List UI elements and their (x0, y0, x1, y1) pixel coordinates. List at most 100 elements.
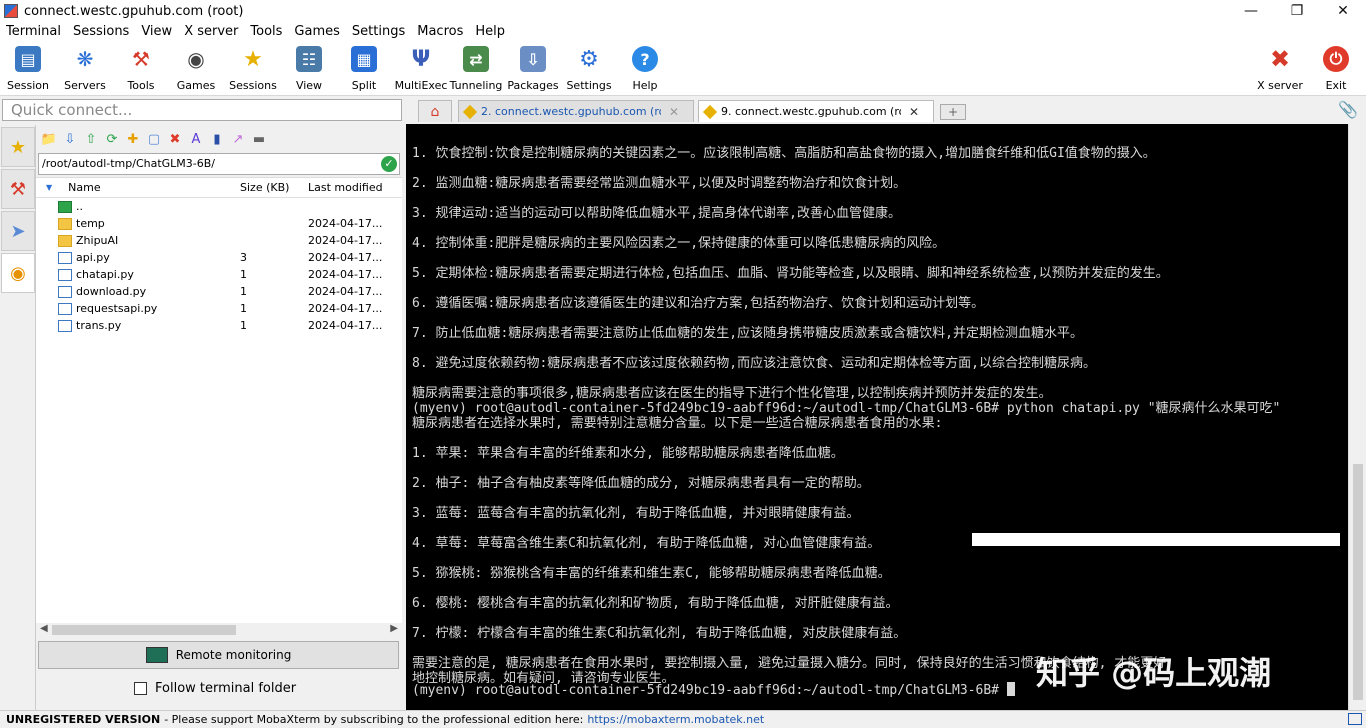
tools-button[interactable]: ⚒ Tools (113, 44, 169, 94)
file-row[interactable]: requestsapi.py 1 2024-04-17... (36, 300, 402, 317)
close-tab-icon[interactable]: ✕ (669, 105, 679, 119)
servers-button[interactable]: ❋ Servers (57, 44, 113, 94)
new-folder-icon[interactable]: ✚ (124, 130, 142, 148)
refresh-icon[interactable]: ⟳ (103, 130, 121, 148)
sftp-path-field[interactable]: /root/autodl-tmp/ChatGLM3-6B/ ✓ (38, 153, 400, 175)
permissions-icon[interactable]: ▮ (208, 130, 226, 148)
packages-button[interactable]: ⇩ Packages (505, 44, 561, 94)
python-file-icon (58, 268, 72, 281)
multiexec-button[interactable]: Ψ MultiExec (393, 44, 449, 94)
file-row[interactable]: chatapi.py 1 2024-04-17... (36, 266, 402, 283)
follow-terminal-folder-checkbox[interactable]: Follow terminal folder (134, 681, 296, 696)
menu-macros[interactable]: Macros (411, 22, 469, 42)
file-row[interactable]: api.py 3 2024-04-17... (36, 249, 402, 266)
file-row[interactable]: download.py 1 2024-04-17... (36, 283, 402, 300)
sessions-label: Sessions (229, 79, 277, 92)
menu-tools[interactable]: Tools (244, 22, 288, 42)
remote-monitoring-button[interactable]: Remote monitoring (38, 641, 399, 669)
close-icon[interactable]: ✕ (1320, 0, 1366, 22)
tools-label: Tools (127, 79, 155, 92)
scroll-right-icon[interactable]: ▶ (390, 623, 398, 634)
file-modified: 2024-04-17... (308, 251, 383, 264)
session-icon: ▤ (15, 46, 41, 72)
tab-label: 2. connect.westc.gpuhub.com (root) (481, 105, 661, 118)
games-button[interactable]: ◉ Games (168, 44, 224, 94)
settings-button[interactable]: ⚙ Settings (561, 44, 617, 94)
file-row[interactable]: ZhipuAI 2024-04-17... (36, 232, 402, 249)
status-icon[interactable] (1348, 713, 1362, 725)
folder-up-icon[interactable]: 📁 (40, 130, 58, 148)
macros-side-tab[interactable]: ➤ (1, 211, 35, 251)
file-list-hscrollbar[interactable]: ◀ ▶ (36, 623, 402, 637)
file-row[interactable]: temp 2024-04-17... (36, 215, 402, 232)
exit-button[interactable]: ⏻ Exit (1308, 44, 1364, 94)
paperclip-icon[interactable]: 📎 (1338, 100, 1358, 119)
download-icon[interactable]: ⇩ (61, 130, 79, 148)
mobaxterm-link[interactable]: https://mobaxterm.mobatek.net (587, 713, 764, 726)
tunneling-icon: ⇄ (463, 46, 489, 72)
menu-games[interactable]: Games (288, 22, 345, 42)
menu-help[interactable]: Help (469, 22, 511, 42)
menu-view[interactable]: View (135, 22, 178, 42)
scroll-left-icon[interactable]: ◀ (40, 623, 48, 634)
quick-connect-input[interactable]: Quick connect... (2, 99, 402, 121)
multiexec-icon: Ψ (408, 46, 434, 72)
file-row[interactable]: .. (36, 198, 402, 215)
file-modified: 2024-04-17... (308, 268, 383, 281)
folder-icon (58, 217, 72, 230)
link-icon[interactable]: ↗ (229, 130, 247, 148)
tunneling-label: Tunneling (449, 79, 503, 92)
help-button[interactable]: ? Help (617, 44, 673, 94)
session-tab-icon (702, 104, 718, 119)
terminal-vscrollbar[interactable] (1348, 124, 1366, 710)
tab-session-2[interactable]: 2. connect.westc.gpuhub.com (root) ✕ (458, 100, 694, 122)
scroll-thumb[interactable] (1353, 464, 1363, 700)
menu-xserver[interactable]: X server (178, 22, 244, 42)
scroll-thumb[interactable] (52, 625, 236, 635)
packages-icon: ⇩ (520, 46, 546, 72)
delete-icon[interactable]: ✖ (166, 130, 184, 148)
tunneling-button[interactable]: ⇄ Tunneling (448, 44, 504, 94)
python-file-icon (58, 285, 72, 298)
terminal-view[interactable]: 1. 饮食控制:饮食是控制糖尿病的关键因素之一。应该限制高糖、高脂肪和高盐食物的… (406, 124, 1348, 710)
file-size: 1 (240, 268, 247, 281)
minimize-icon[interactable]: — (1228, 0, 1274, 22)
terminal-line: 6. 樱桃: 樱桃含有丰富的抗氧化剂和矿物质, 有助于降低血糖, 对肝脏健康有益… (412, 596, 899, 611)
file-row[interactable]: trans.py 1 2024-04-17... (36, 317, 402, 334)
games-icon: ◉ (183, 46, 209, 72)
checkbox[interactable] (134, 682, 147, 695)
split-button[interactable]: ▦ Split (336, 44, 392, 94)
terminal-line: 2. 柚子: 柚子含有柚皮素等降低血糖的成分, 对糖尿病患者具有一定的帮助。 (412, 476, 870, 491)
terminal-icon[interactable]: ▬ (250, 130, 268, 148)
sftp-side-tab[interactable]: ◉ (1, 253, 35, 293)
new-tab-button[interactable]: + (940, 104, 966, 120)
close-tab-icon[interactable]: ✕ (909, 105, 919, 119)
multiexec-label: MultiExec (394, 79, 448, 92)
tools-side-tab[interactable]: ⚒ (1, 169, 35, 209)
sessions-button[interactable]: ★ Sessions (225, 44, 281, 94)
settings-label: Settings (566, 79, 612, 92)
terminal-line: 1. 饮食控制:饮食是控制糖尿病的关键因素之一。应该限制高糖、高脂肪和高盐食物的… (412, 146, 1156, 161)
new-file-icon[interactable]: ▢ (145, 130, 163, 148)
menu-terminal[interactable]: Terminal (0, 22, 67, 42)
session-button[interactable]: ▤ Session (0, 44, 56, 94)
file-modified: 2024-04-17... (308, 302, 383, 315)
home-tab[interactable]: ⌂ (418, 100, 452, 122)
xserver-button[interactable]: ✖ X server (1252, 44, 1308, 94)
tab-session-9[interactable]: 9. connect.westc.gpuhub.com (root) ✕ (698, 100, 934, 122)
column-modified[interactable]: Last modified (308, 181, 398, 194)
check-icon[interactable]: ✓ (381, 156, 397, 172)
split-icon: ▦ (351, 46, 377, 72)
upload-icon[interactable]: ⇧ (82, 130, 100, 148)
menu-settings[interactable]: Settings (346, 22, 411, 42)
terminal-line: 5. 定期体检:糖尿病患者需要定期进行体检,包括血压、血脂、肾功能等检查,以及眼… (412, 266, 1169, 281)
menu-sessions[interactable]: Sessions (67, 22, 135, 42)
view-button[interactable]: ☷ View (281, 44, 337, 94)
file-size: 1 (240, 302, 247, 315)
column-size[interactable]: Size (KB) (234, 181, 308, 194)
column-name[interactable]: ▼ Name (36, 181, 234, 194)
rename-icon[interactable]: A (187, 130, 205, 148)
servers-icon: ❋ (72, 46, 98, 72)
restore-icon[interactable]: ❐ (1274, 0, 1320, 22)
sessions-side-tab[interactable]: ★ (1, 127, 35, 167)
